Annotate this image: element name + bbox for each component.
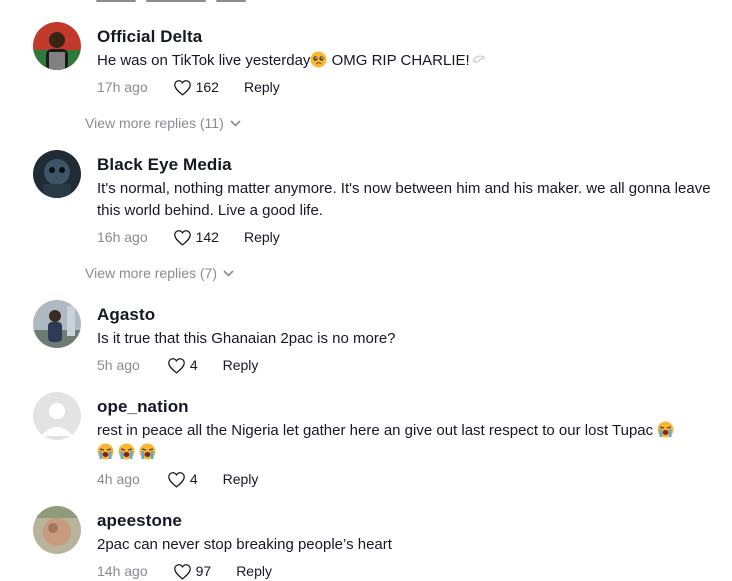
comment-timestamp: 16h ago — [97, 229, 148, 245]
like-button[interactable]: 142 — [173, 229, 219, 246]
loudly-crying-face-emoji — [118, 443, 135, 460]
like-button[interactable]: 162 — [173, 79, 219, 96]
chevron-down-icon — [223, 269, 234, 277]
view-more-replies-button[interactable]: View more replies (7) — [85, 265, 234, 281]
comment-meta: 17h ago 162 Reply — [97, 77, 280, 97]
comment-timestamp: 17h ago — [97, 79, 148, 95]
loudly-crying-face-emoji — [97, 443, 114, 460]
comment-text: It's normal, nothing matter anymore. It'… — [97, 180, 711, 219]
avatar[interactable] — [33, 392, 81, 440]
like-count: 4 — [189, 357, 198, 373]
pleading-face-emoji — [310, 51, 327, 68]
comment-username[interactable]: apeestone — [97, 511, 182, 531]
comment-username[interactable]: Official Delta — [97, 27, 202, 47]
dove-emoji — [470, 51, 487, 68]
avatar[interactable] — [33, 22, 81, 70]
avatar[interactable] — [33, 300, 81, 348]
like-button[interactable]: 97 — [173, 563, 212, 580]
comment-text: Is it true that this Ghanaian 2pac is no… — [97, 330, 396, 347]
heart-outline-icon — [167, 357, 185, 374]
comment-text: 2pac can never stop breaking people’s he… — [97, 536, 392, 553]
like-count: 97 — [195, 563, 212, 579]
reply-button[interactable]: Reply — [244, 229, 280, 245]
avatar[interactable] — [33, 506, 81, 554]
heart-outline-icon — [173, 229, 191, 246]
comment-username[interactable]: Black Eye Media — [97, 155, 232, 175]
comment-meta: 14h ago 97 Reply — [97, 561, 272, 581]
comment-meta: 16h ago 142 Reply — [97, 227, 280, 247]
like-button[interactable]: 4 — [167, 471, 198, 488]
heart-outline-icon — [167, 471, 185, 488]
heart-outline-icon — [173, 563, 191, 580]
chevron-down-icon — [230, 119, 241, 127]
loudly-crying-face-emoji — [139, 443, 156, 460]
avatar[interactable] — [33, 150, 81, 198]
like-count: 142 — [195, 229, 219, 245]
comment-text: He was on TikTok live yesterday OMG RIP … — [97, 50, 717, 72]
comment-timestamp: 5h ago — [97, 357, 140, 373]
comment-username[interactable]: Agasto — [97, 305, 155, 325]
comment-text-part: rest in peace all the Nigeria let gather… — [97, 422, 654, 439]
like-count: 4 — [189, 471, 198, 487]
comment-text-part: OMG RIP CHARLIE! — [327, 52, 470, 69]
loudly-crying-face-emoji — [657, 421, 674, 438]
previous-comment-meta-residue — [96, 0, 296, 2]
reply-button[interactable]: Reply — [223, 357, 259, 373]
comment-text: rest in peace all the Nigeria let gather… — [97, 420, 722, 464]
heart-outline-icon — [173, 79, 191, 96]
comment-timestamp: 14h ago — [97, 563, 148, 579]
like-count: 162 — [195, 79, 219, 95]
comment-meta: 4h ago 4 Reply — [97, 469, 258, 489]
comment-timestamp: 4h ago — [97, 471, 140, 487]
comment-text-part: He was on TikTok live yesterday — [97, 52, 311, 69]
reply-button[interactable]: Reply — [223, 471, 259, 487]
comment-meta: 5h ago 4 Reply — [97, 355, 258, 375]
view-more-replies-label: View more replies (7) — [85, 265, 218, 281]
comment-username[interactable]: ope_nation — [97, 397, 189, 417]
reply-button[interactable]: Reply — [244, 79, 280, 95]
like-button[interactable]: 4 — [167, 357, 198, 374]
reply-button[interactable]: Reply — [236, 563, 272, 579]
view-more-replies-label: View more replies (11) — [85, 115, 224, 131]
view-more-replies-button[interactable]: View more replies (11) — [85, 115, 241, 131]
